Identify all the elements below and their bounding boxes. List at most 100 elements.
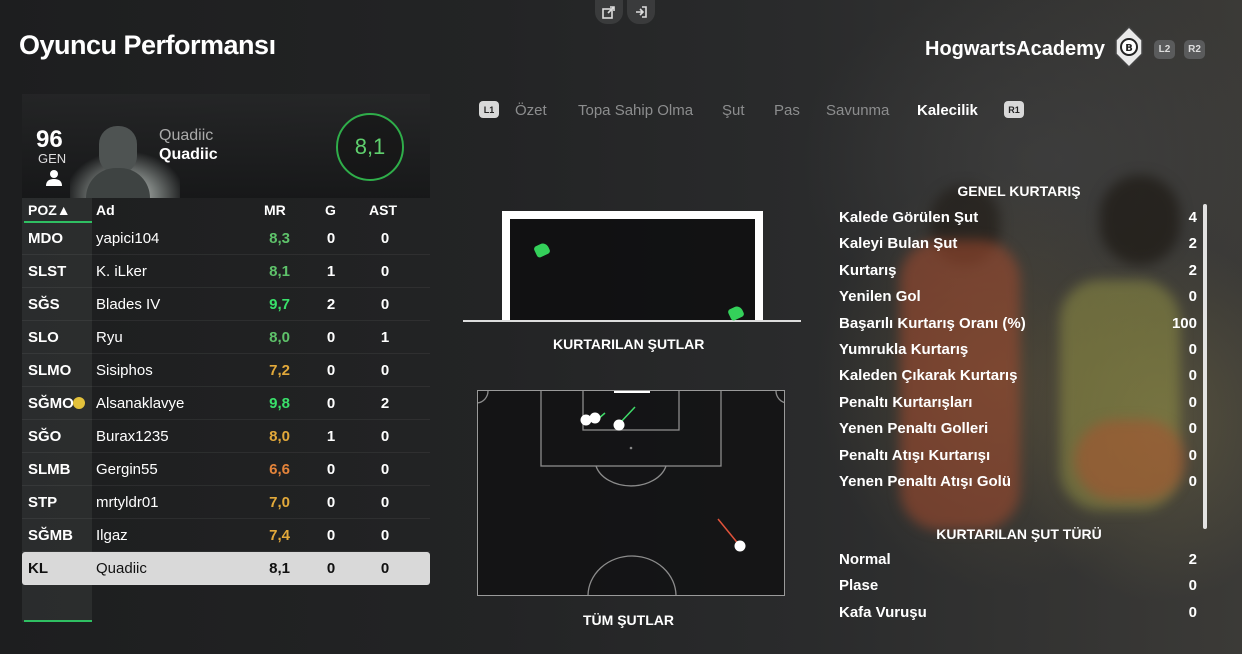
row-player-name: K. iLker: [96, 263, 147, 280]
table-row[interactable]: STP mrtyldr01 7,0 0 0: [22, 486, 430, 519]
pitch-lines: [478, 391, 784, 595]
table-row[interactable]: SĞS Blades IV 9,7 2 0: [22, 288, 430, 321]
saved-shots-label: KURTARILAN ŞUTLAR: [553, 336, 705, 352]
svg-text:B: B: [1125, 43, 1133, 54]
stat-row: Kaleyi Bulan Şut 2: [839, 235, 1197, 257]
row-player-name: Gergin55: [96, 461, 158, 478]
stat-label: Kaleyi Bulan Şut: [839, 235, 958, 253]
stat-label: Kafa Vuruşu: [839, 603, 927, 621]
stat-label: Yumrukla Kurtarış: [839, 341, 969, 358]
l2-button[interactable]: L2: [1154, 40, 1175, 59]
tab-ozet[interactable]: Özet: [515, 102, 547, 119]
saved-shot-types-header: KURTARILAN ŞUT TÜRÜ: [936, 526, 1102, 542]
club-name: HogwartsAcademy: [925, 38, 1106, 60]
stats-scrollbar[interactable]: [1203, 204, 1207, 529]
stat-row: Normal 2: [839, 551, 1197, 573]
row-position: SLMB: [28, 461, 71, 478]
table-row[interactable]: SĞMO Alsanaklavye 9,8 0 2: [22, 387, 430, 420]
row-assists: 0: [380, 560, 390, 577]
header-g[interactable]: G: [325, 202, 336, 218]
stat-label: Kalede Görülen Şut: [839, 209, 979, 226]
row-position: SLO: [28, 329, 59, 346]
page-title: Oyuncu Performansı: [19, 30, 276, 60]
tab-topa-sahip-olma[interactable]: Topa Sahip Olma: [578, 102, 693, 119]
row-player-name: Quadiic: [96, 560, 147, 577]
row-position: SLMO: [28, 362, 72, 379]
table-row[interactable]: MDO yapici104 8,3 0 0: [22, 222, 430, 255]
row-assists: 0: [380, 263, 390, 280]
stat-label: Normal: [839, 551, 891, 568]
row-position: MDO: [28, 230, 63, 247]
row-assists: 1: [380, 329, 390, 346]
table-body: MDO yapici104 8,3 0 0 SLST K. iLker 8,1 1 0 SĞS Bla…: [22, 222, 430, 585]
share-icon[interactable]: [595, 0, 623, 24]
stat-row: Kalede Görülen Şut 4: [839, 209, 1197, 231]
stat-value: 2: [1188, 551, 1197, 568]
header-poz[interactable]: POZ▲: [28, 202, 71, 218]
l1-button[interactable]: L1: [479, 101, 499, 118]
row-position: KL: [28, 560, 48, 577]
stat-row: Kurtarış 2: [839, 262, 1197, 284]
stat-row: Yenilen Gol 0: [839, 288, 1197, 310]
top-icons: [595, 0, 655, 24]
shot-marker[interactable]: [734, 540, 746, 552]
row-goals: 1: [326, 263, 336, 280]
table-row[interactable]: SLO Ryu 8,0 0 1: [22, 321, 430, 354]
row-position: SLST: [28, 263, 67, 280]
table-row[interactable]: SLMO Sisiphos 7,2 0 0: [22, 354, 430, 387]
stat-label: Kaleden Çıkarak Kurtarış: [839, 367, 1018, 385]
row-match-rating: 8,3: [269, 230, 290, 247]
stat-label: Başarılı Kurtarış Oranı (%): [839, 314, 1026, 332]
header-ad[interactable]: Ad: [96, 202, 115, 218]
shot-map-pitch: [477, 390, 785, 596]
stat-label: Plase: [839, 577, 879, 595]
row-goals: 1: [326, 428, 336, 445]
table-row[interactable]: SĞMB Ilgaz 7,4 0 0: [22, 519, 430, 552]
person-icon: [45, 169, 63, 187]
stat-row: Yumrukla Kurtarış 0: [839, 341, 1197, 363]
stat-row: Plase 0: [839, 577, 1197, 599]
row-match-rating: 9,8: [269, 395, 290, 412]
row-match-rating: 7,4: [269, 527, 290, 544]
tab-sut[interactable]: Şut: [722, 102, 745, 119]
table-row[interactable]: SLMB Gergin55 6,6 0 0: [22, 453, 430, 486]
row-assists: 0: [380, 428, 390, 445]
header-mr[interactable]: MR: [264, 202, 286, 218]
row-goals: 2: [326, 296, 336, 313]
table-row[interactable]: SĞO Burax1235 8,0 1 0: [22, 420, 430, 453]
row-position: STP: [28, 494, 58, 511]
stat-label: Kurtarış: [839, 261, 897, 279]
emoji-badge-icon: [73, 397, 85, 409]
stat-value: 0: [1188, 473, 1197, 490]
table-row[interactable]: KL Quadiic 8,1 0 0: [22, 552, 430, 585]
row-match-rating: 8,0: [269, 329, 290, 346]
row-match-rating: 7,0: [269, 494, 290, 511]
gen-label: GEN: [38, 151, 67, 166]
row-assists: 0: [380, 230, 390, 247]
row-position: SĞMO: [28, 395, 74, 412]
r2-button[interactable]: R2: [1184, 40, 1205, 59]
tab-pas[interactable]: Pas: [774, 102, 800, 119]
row-assists: 0: [380, 296, 390, 313]
stat-value: 0: [1188, 341, 1197, 358]
goal-line: [463, 320, 801, 322]
stat-label: Yenilen Gol: [839, 288, 921, 306]
row-player-name: Blades IV: [96, 296, 161, 313]
row-player-name: Ilgaz: [96, 527, 128, 544]
shot-marker[interactable]: [613, 419, 625, 431]
stat-label: Yenen Penaltı Atışı Golü: [839, 473, 1011, 490]
row-match-rating: 8,1: [269, 560, 290, 577]
tab-savunma[interactable]: Savunma: [826, 102, 889, 119]
row-assists: 0: [380, 527, 390, 544]
exit-icon[interactable]: [627, 0, 655, 24]
goal-view: [463, 205, 801, 323]
r1-button[interactable]: R1: [1004, 101, 1024, 118]
header-ast[interactable]: AST: [369, 202, 397, 218]
shot-marker[interactable]: [589, 412, 601, 424]
row-goals: 0: [326, 560, 336, 577]
stat-row: Yenen Penaltı Atışı Golü 0: [839, 473, 1197, 495]
stat-label: Penaltı Atışı Kurtarışı: [839, 446, 991, 464]
stat-value: 0: [1188, 446, 1197, 464]
tab-kalecilik[interactable]: Kalecilik: [917, 102, 978, 119]
table-row[interactable]: SLST K. iLker 8,1 1 0: [22, 255, 430, 288]
